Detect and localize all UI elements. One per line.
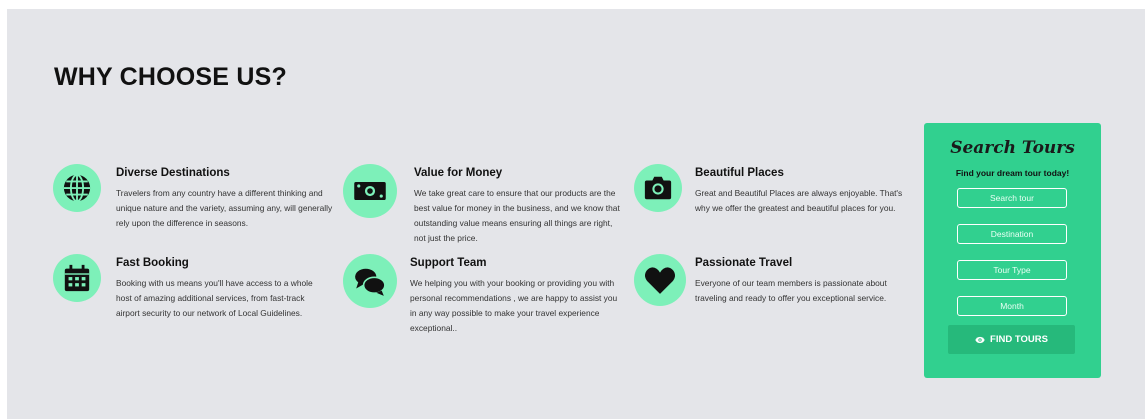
globe-icon — [53, 164, 101, 212]
search-tour-input[interactable] — [957, 188, 1067, 208]
money-icon — [343, 164, 397, 218]
feature-description: We helping you with your booking or prov… — [410, 278, 618, 333]
eye-icon — [975, 336, 985, 343]
feature-diverse-destinations: Diverse Destinations Travelers from any … — [53, 164, 343, 244]
feature-support-team: Support Team We helping you with your bo… — [343, 254, 633, 344]
feature-description: Everyone of our team members is passiona… — [695, 278, 887, 303]
feature-beautiful-places: Beautiful Places Great and Beautiful Pla… — [634, 164, 914, 244]
feature-title: Diverse Destinations — [116, 167, 230, 179]
feature-title: Fast Booking — [116, 257, 189, 269]
feature-title: Passionate Travel — [695, 257, 793, 269]
feature-description: We take great care to ensure that our pr… — [414, 188, 620, 243]
feature-fast-booking: Fast Booking Booking with us means you'l… — [53, 254, 343, 339]
why-choose-us-section: WHY CHOOSE US? Diverse Destinations Trav… — [7, 9, 1145, 419]
feature-description: Travelers from any country have a differ… — [116, 188, 333, 228]
feature-passionate-travel: Passionate Travel Everyone of our team m… — [634, 254, 914, 334]
search-panel-subtitle: Find your dream tour today! — [955, 168, 1070, 178]
feature-title: Support Team — [410, 257, 487, 269]
feature-title: Value for Money — [414, 167, 503, 179]
month-input[interactable] — [957, 296, 1067, 316]
feature-description: Booking with us means you'll have access… — [116, 278, 313, 318]
section-heading: WHY CHOOSE US? — [54, 63, 287, 91]
feature-value-for-money: Value for Money We take great care to en… — [343, 164, 633, 249]
search-panel-title: Search Tours — [950, 138, 1075, 158]
camera-icon — [634, 164, 682, 212]
feature-title: Beautiful Places — [695, 167, 784, 179]
find-tours-label: FIND TOURS — [990, 334, 1048, 345]
search-tours-panel: Search Tours Find your dream tour today!… — [924, 123, 1101, 378]
feature-description: Great and Beautiful Places are always en… — [695, 188, 903, 213]
chat-icon — [343, 254, 397, 308]
calendar-icon — [53, 254, 101, 302]
heart-icon — [634, 254, 686, 306]
tour-type-input[interactable] — [957, 260, 1067, 280]
destination-input[interactable] — [957, 224, 1067, 244]
find-tours-button[interactable]: FIND TOURS — [948, 325, 1075, 354]
